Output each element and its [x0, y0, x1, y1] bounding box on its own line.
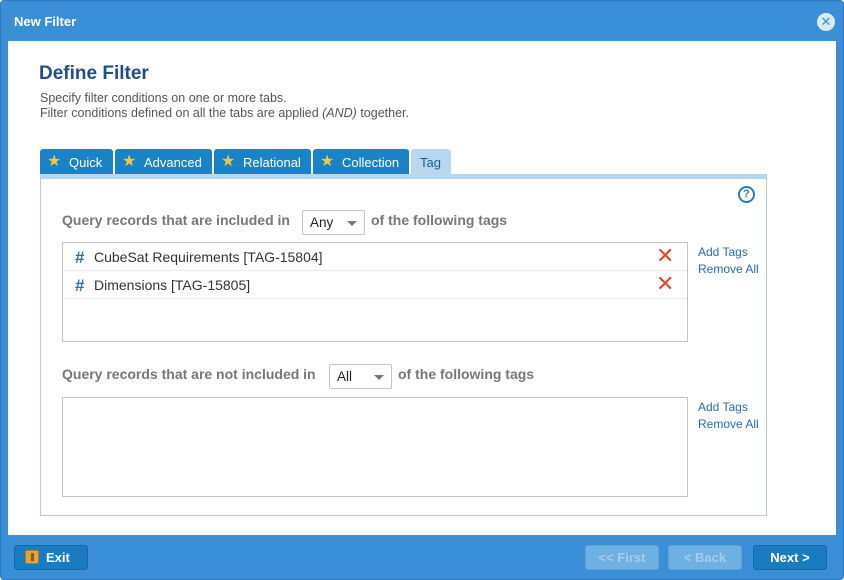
- chevron-down-icon: [374, 375, 384, 380]
- included-match-select[interactable]: Any: [302, 210, 365, 235]
- tab-label: Tag: [420, 154, 441, 170]
- hash-icon: #: [75, 248, 85, 267]
- tab-label: Collection: [342, 154, 400, 170]
- excluded-add-tags-link[interactable]: Add Tags: [698, 400, 748, 414]
- excluded-tags-list: [62, 397, 688, 497]
- remove-icon[interactable]: ✕: [656, 245, 674, 267]
- included-remove-all-link[interactable]: Remove All: [698, 262, 759, 276]
- tab-collection[interactable]: ★ Collection: [313, 149, 409, 175]
- tag-name: Dimensions [TAG-15805]: [94, 277, 251, 293]
- description-line-1: Specify filter conditions on one or more…: [40, 91, 287, 105]
- list-item[interactable]: # Dimensions [TAG-15805] ✕: [63, 271, 687, 299]
- dialog-title: New Filter: [14, 14, 77, 29]
- tab-quick[interactable]: ★ Quick: [40, 149, 113, 175]
- tab-label: Relational: [243, 154, 301, 170]
- tab-tag[interactable]: Tag: [411, 149, 451, 175]
- remove-icon[interactable]: ✕: [656, 273, 674, 295]
- description-line-2-pre: Filter conditions defined on all the tab…: [40, 106, 323, 120]
- tab-label: Quick: [69, 154, 103, 170]
- star-icon: ★: [122, 153, 137, 170]
- list-item[interactable]: # CubeSat Requirements [TAG-15804] ✕: [63, 243, 687, 271]
- tab-advanced[interactable]: ★ Advanced: [115, 149, 212, 175]
- chevron-down-icon: [347, 221, 357, 226]
- included-label-post: of the following tags: [371, 212, 508, 228]
- page-title: Define Filter: [39, 63, 149, 84]
- tag-name: CubeSat Requirements [TAG-15804]: [94, 249, 323, 265]
- description-line-2: Filter conditions defined on all the tab…: [40, 106, 409, 120]
- tag-panel: ? Query records that are included in Any…: [40, 174, 767, 516]
- dialog-titlebar: New Filter ✕: [1, 1, 843, 41]
- excluded-match-value: All: [337, 369, 353, 384]
- star-icon: ★: [221, 153, 236, 170]
- dialog-footer: Exit << First < Back Next >: [1, 535, 843, 579]
- excluded-match-select[interactable]: All: [329, 364, 392, 389]
- exit-button-label: Exit: [46, 550, 70, 565]
- description-line-2-post: together.: [356, 106, 409, 120]
- tab-relational[interactable]: ★ Relational: [214, 149, 311, 175]
- close-icon[interactable]: ✕: [817, 13, 835, 31]
- star-icon: ★: [320, 153, 335, 170]
- included-add-tags-link[interactable]: Add Tags: [698, 245, 748, 259]
- included-match-value: Any: [310, 215, 334, 230]
- back-button[interactable]: < Back: [668, 545, 742, 570]
- excluded-label-post: of the following tags: [398, 366, 535, 382]
- excluded-remove-all-link[interactable]: Remove All: [698, 417, 759, 431]
- new-filter-dialog: New Filter ✕ Define Filter Specify filte…: [0, 0, 844, 580]
- hash-icon: #: [75, 276, 85, 295]
- door-exit-icon: [25, 550, 39, 564]
- included-label-pre: Query records that are included in: [62, 212, 290, 228]
- description-line-2-emphasis: (AND): [322, 106, 357, 120]
- star-icon: ★: [47, 153, 62, 170]
- excluded-label-pre: Query records that are not included in: [62, 366, 316, 382]
- dialog-content: Define Filter Specify filter conditions …: [8, 41, 836, 535]
- first-button[interactable]: << First: [585, 545, 659, 570]
- help-icon[interactable]: ?: [738, 186, 755, 203]
- tab-label: Advanced: [144, 154, 202, 170]
- next-button[interactable]: Next >: [753, 545, 827, 570]
- included-tags-list: # CubeSat Requirements [TAG-15804] ✕ # D…: [62, 242, 688, 342]
- exit-button[interactable]: Exit: [14, 545, 88, 570]
